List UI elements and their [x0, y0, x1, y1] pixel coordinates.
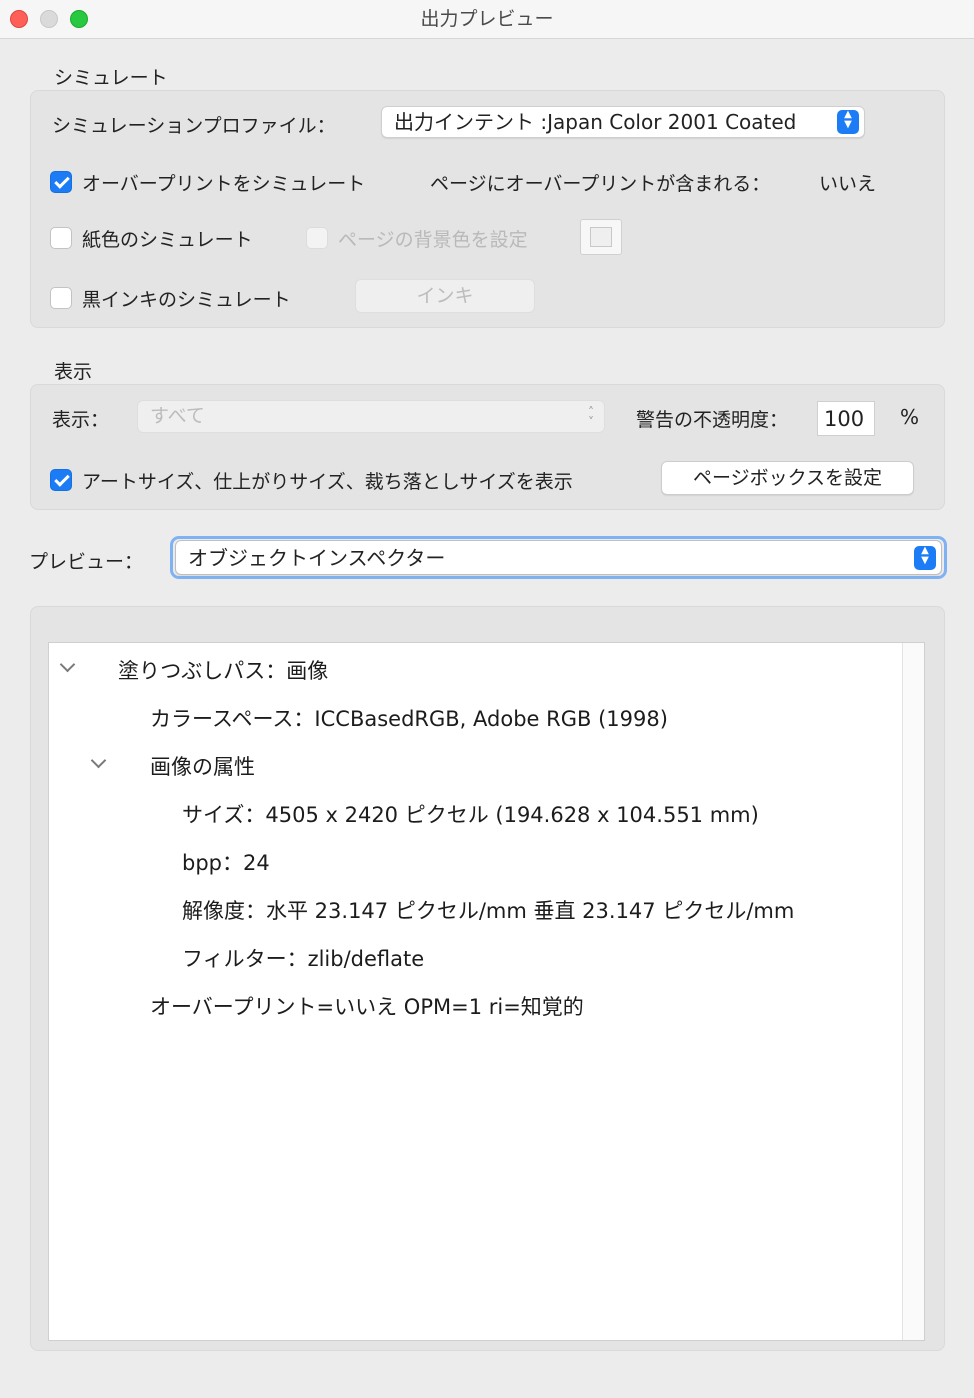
page-background-checkbox[interactable] [306, 227, 328, 249]
color-well [590, 227, 612, 247]
simulation-profile-label: シミュレーションプロファイル： [52, 115, 336, 137]
display-show-popup[interactable]: すべて ˄ ˅ [137, 400, 605, 433]
updown-arrows-icon: ▲ ▼ [914, 546, 936, 570]
tree-row[interactable]: 解像度：水平 23.147 ピクセル/mm 垂直 23.147 ピクセル/mm [182, 895, 794, 925]
tree-row[interactable]: サイズ：4505 x 2420 ピクセル (194.628 x 104.551 … [182, 799, 759, 829]
art-size-checkbox[interactable] [50, 469, 72, 491]
simulation-profile-popup[interactable]: 出力インテント :Japan Color 2001 Coated ▲ ▼ [381, 106, 865, 138]
paper-color-label: 紙色のシミュレート [82, 229, 253, 251]
window-title: 出力プレビュー [420, 8, 554, 30]
tree-scrollbar[interactable] [902, 643, 924, 1340]
simulate-group-label: シミュレート [54, 67, 168, 89]
preview-value: オブジェクトインスペクター [188, 546, 446, 570]
page-box-button[interactable]: ページボックスを設定 [661, 461, 914, 495]
page-overprint-value: いいえ [819, 173, 877, 195]
page-overprint-label: ページにオーバープリントが含まれる： [430, 173, 771, 195]
object-inspector-tree[interactable]: 塗りつぶしパス：画像 カラースペース：ICCBasedRGB, Adobe RG… [48, 642, 925, 1341]
chevron-down-icon[interactable] [92, 755, 104, 767]
page-background-label: ページの背景色を設定 [338, 229, 528, 251]
preview-label: プレビュー： [29, 551, 144, 573]
preview-popup[interactable]: オブジェクトインスペクター ▲ ▼ [175, 540, 942, 575]
percent-label: % [900, 405, 920, 429]
tree-row[interactable]: フィルター：zlib/deflate [182, 943, 424, 973]
output-preview-window: 出力プレビュー シミュレート シミュレーションプロファイル： 出力インテント :… [0, 0, 974, 1398]
background-color-swatch[interactable] [580, 219, 622, 255]
overprint-label: オーバープリントをシミュレート [82, 173, 366, 195]
ink-button[interactable]: インキ [355, 279, 535, 313]
display-show-value: すべて [150, 405, 205, 427]
warning-opacity-label: 警告の不透明度： [636, 409, 789, 431]
black-ink-label: 黒インキのシミュレート [82, 289, 291, 311]
updown-arrows-icon: ▲ ▼ [837, 110, 859, 134]
chevron-down-icon[interactable] [61, 659, 73, 671]
tree-row[interactable]: 画像の属性 [150, 751, 255, 781]
tree-row[interactable]: 塗りつぶしパス：画像 [118, 655, 328, 685]
display-show-label: 表示： [52, 409, 110, 431]
warning-opacity-field[interactable]: 100 [817, 401, 875, 436]
paper-color-checkbox[interactable] [50, 227, 72, 249]
art-size-label: アートサイズ、仕上がりサイズ、裁ち落としサイズを表示 [82, 471, 573, 493]
display-group-label: 表示 [54, 361, 93, 383]
tree-row[interactable]: カラースペース：ICCBasedRGB, Adobe RGB (1998) [150, 703, 668, 733]
simulation-profile-value: 出力インテント :Japan Color 2001 Coated [394, 110, 797, 134]
tree-row[interactable]: オーバープリント=いいえ OPM=1 ri=知覚的 [150, 991, 584, 1021]
overprint-checkbox[interactable] [50, 171, 72, 193]
tree-row[interactable]: bpp：24 [182, 847, 270, 877]
updown-arrows-icon: ˄ ˅ [588, 405, 594, 429]
black-ink-checkbox[interactable] [50, 287, 72, 309]
title-bar[interactable]: 出力プレビュー [0, 0, 974, 39]
